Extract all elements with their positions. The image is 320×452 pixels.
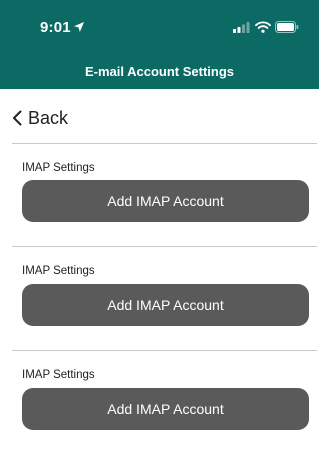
location-arrow-icon [74, 22, 84, 32]
battery-icon [275, 21, 299, 33]
back-button[interactable]: Back [12, 106, 68, 130]
app-header: 9:01 E-mail Account Settings [0, 0, 319, 89]
add-imap-account-button[interactable]: Add IMAP Account [22, 388, 309, 430]
add-imap-account-button[interactable]: Add IMAP Account [22, 284, 309, 326]
status-time: 9:01 [40, 19, 71, 36]
back-label: Back [28, 107, 69, 128]
chevron-left-icon [13, 110, 22, 126]
section-label: IMAP Settings [22, 265, 95, 277]
divider [12, 350, 317, 351]
section-label: IMAP Settings [22, 369, 95, 381]
divider [12, 246, 317, 247]
page-title: E-mail Account Settings [84, 64, 235, 79]
section-label: IMAP Settings [22, 162, 95, 174]
divider [12, 143, 317, 144]
wifi-icon [255, 21, 271, 33]
cellular-signal-icon [233, 22, 250, 33]
status-bar: 9:01 [0, 0, 319, 50]
add-imap-account-button[interactable]: Add IMAP Account [22, 180, 309, 222]
